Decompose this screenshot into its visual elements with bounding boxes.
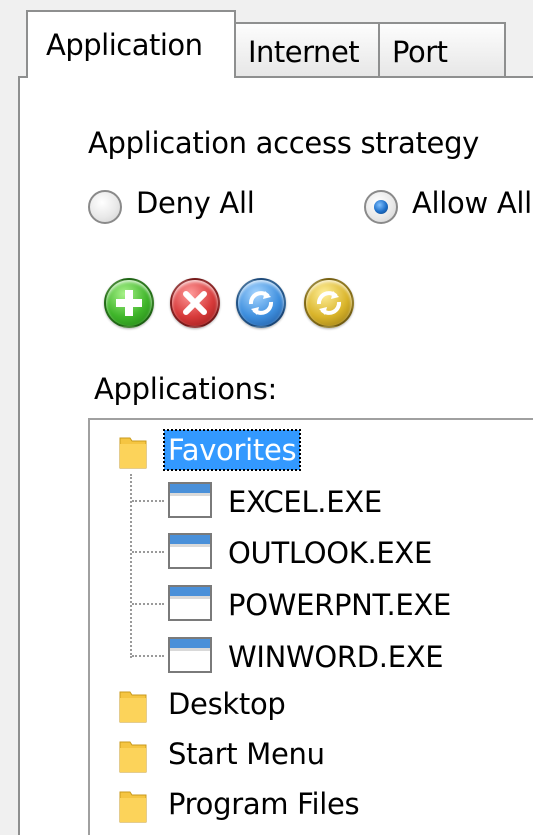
deny-all-radio[interactable] bbox=[88, 190, 122, 224]
tree-connector bbox=[132, 603, 164, 605]
add-application-button[interactable] bbox=[104, 278, 154, 328]
deny-all-label[interactable]: Deny All bbox=[136, 186, 255, 220]
application-window-icon bbox=[168, 533, 212, 569]
applications-label: Applications: bbox=[94, 372, 278, 406]
application-window-icon bbox=[168, 637, 212, 673]
tree-item-label: POWERPNT.EXE bbox=[228, 588, 452, 622]
tree-connector bbox=[132, 655, 164, 657]
folder-icon bbox=[119, 437, 147, 469]
tree-connector bbox=[132, 500, 164, 502]
add-icon bbox=[116, 290, 142, 316]
folder-icon bbox=[119, 691, 147, 723]
folder-icon bbox=[119, 741, 147, 773]
tree-connector bbox=[132, 551, 164, 553]
refresh-icon bbox=[248, 291, 274, 315]
tree-item-program-files[interactable]: Program Files bbox=[114, 782, 404, 828]
allow-all-radio[interactable] bbox=[364, 190, 398, 224]
refresh-button[interactable] bbox=[236, 278, 286, 328]
tab-application[interactable]: Application bbox=[26, 10, 236, 78]
remove-icon bbox=[183, 291, 207, 315]
tree-item-powerpnt[interactable]: POWERPNT.EXE bbox=[164, 581, 494, 627]
access-strategy-label: Application access strategy bbox=[88, 126, 480, 160]
remove-application-button[interactable] bbox=[170, 278, 220, 328]
tab-internet[interactable]: Internet bbox=[234, 22, 380, 78]
tree-item-label: WINWORD.EXE bbox=[228, 640, 444, 674]
tree-item-label: Program Files bbox=[168, 787, 360, 821]
tree-item-label: Favorites bbox=[162, 429, 302, 471]
application-window-icon bbox=[168, 585, 212, 621]
tree-item-excel[interactable]: EXCEL.EXE bbox=[164, 478, 444, 524]
tree-item-label: Desktop bbox=[168, 687, 286, 721]
tree-item-label: OUTLOOK.EXE bbox=[228, 536, 432, 570]
tree-item-label: EXCEL.EXE bbox=[228, 485, 382, 519]
tab-port[interactable]: Port bbox=[378, 22, 506, 78]
tree-item-outlook[interactable]: OUTLOOK.EXE bbox=[164, 529, 464, 575]
folder-icon bbox=[119, 791, 147, 823]
tree-item-desktop[interactable]: Desktop bbox=[114, 682, 354, 728]
allow-all-label[interactable]: Allow All bbox=[412, 186, 532, 220]
reset-button[interactable] bbox=[304, 278, 354, 328]
refresh-icon bbox=[316, 291, 342, 315]
application-access-dialog: Internet Port Application Application ac… bbox=[0, 0, 533, 835]
tree-item-favorites[interactable]: Favorites bbox=[114, 428, 334, 474]
tree-item-start-menu[interactable]: Start Menu bbox=[114, 732, 374, 778]
tree-item-label: Start Menu bbox=[168, 737, 325, 771]
application-window-icon bbox=[168, 482, 212, 518]
tree-item-winword[interactable]: WINWORD.EXE bbox=[164, 633, 484, 679]
